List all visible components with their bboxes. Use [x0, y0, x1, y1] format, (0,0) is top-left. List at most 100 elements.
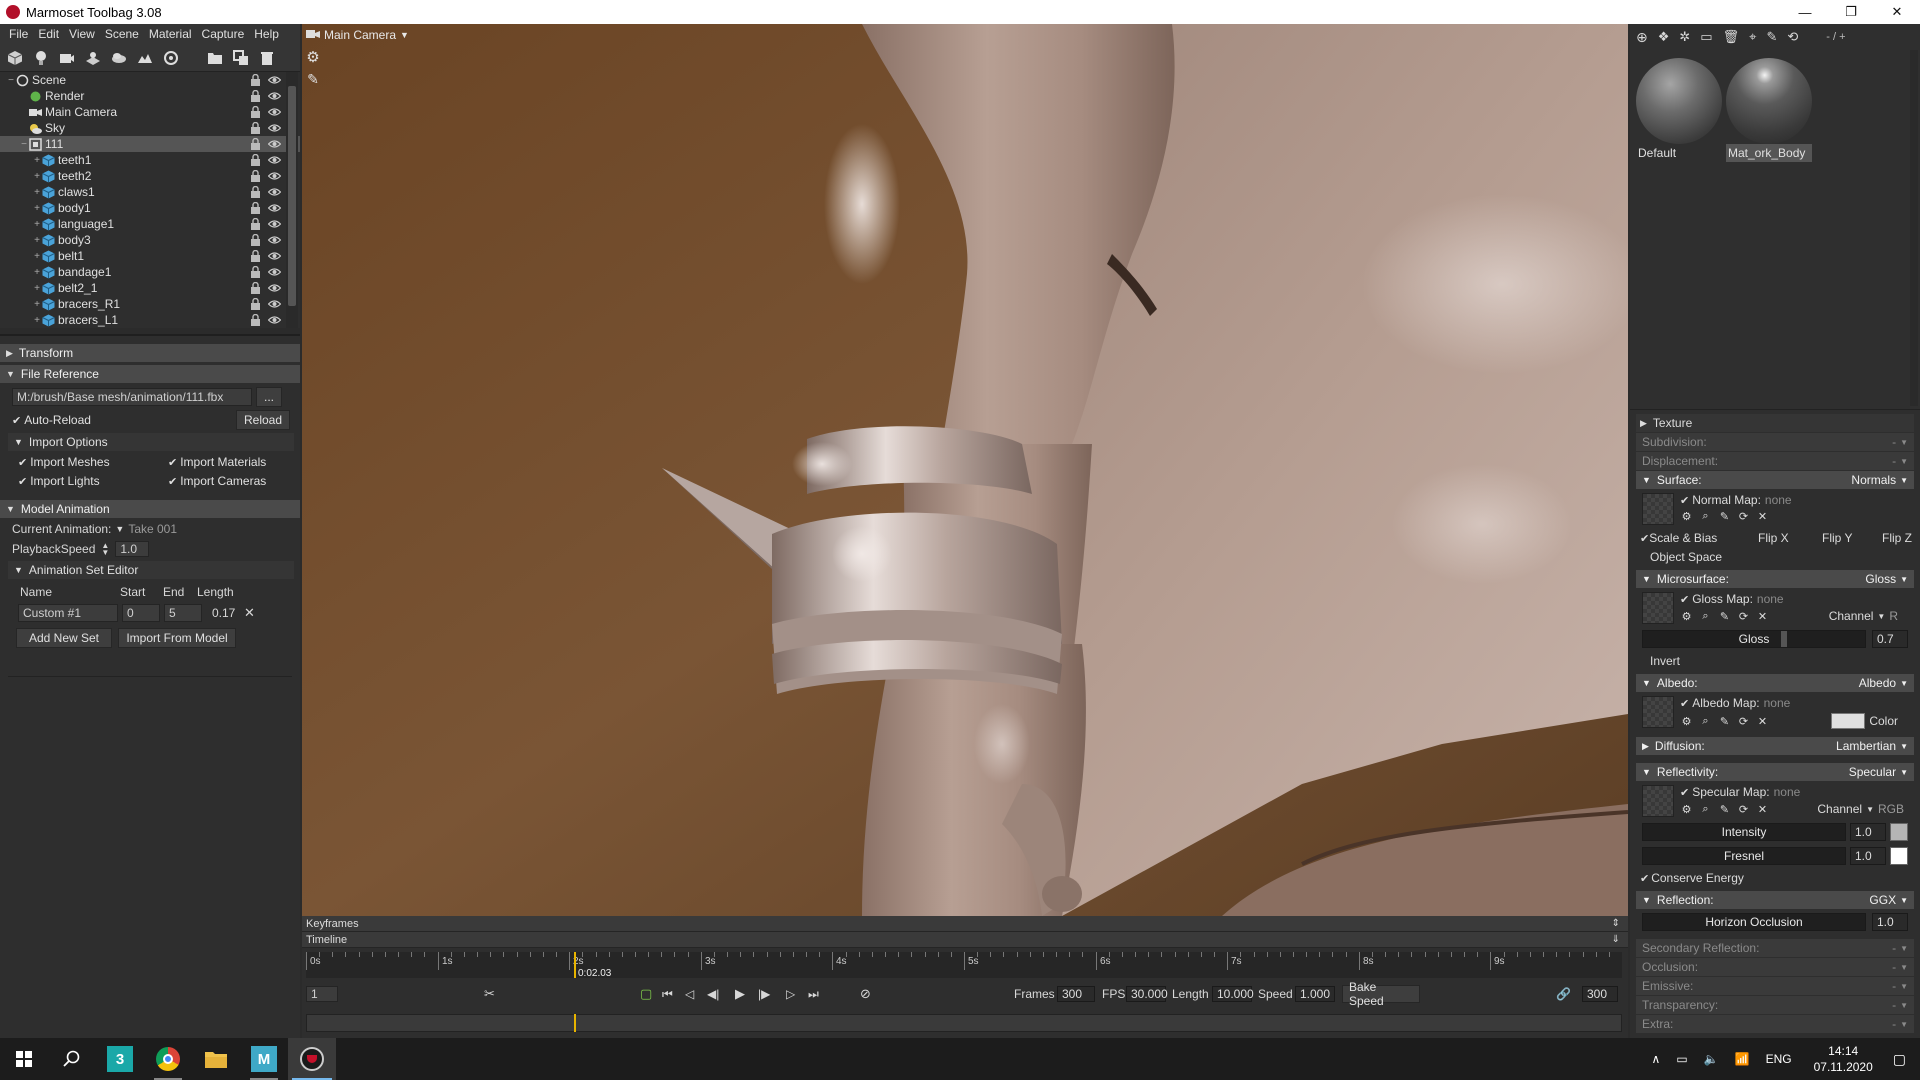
refresh-icon[interactable]: ⟳	[1737, 715, 1750, 728]
scene-tree-item-scene[interactable]: − Scene	[0, 72, 300, 88]
albedo-map-slot[interactable]	[1642, 696, 1674, 728]
refresh-icon[interactable]: ⟳	[1737, 610, 1750, 623]
subdivision-section-header[interactable]: Subdivision: - ▼	[1636, 433, 1914, 451]
material-grid-scrollbar[interactable]	[1910, 50, 1918, 406]
mesh-icon[interactable]	[6, 49, 24, 67]
visibility-eye-icon[interactable]	[267, 138, 282, 150]
import-options-header[interactable]: ▼ Import Options	[8, 433, 294, 451]
visibility-eye-icon[interactable]	[267, 218, 282, 230]
folder-icon[interactable]	[206, 49, 224, 67]
lock-icon[interactable]	[250, 281, 262, 294]
lock-icon[interactable]	[250, 89, 262, 102]
lock-icon[interactable]	[250, 121, 262, 134]
scene-tree-scrollbar[interactable]	[286, 72, 298, 328]
file-explorer-icon[interactable]	[192, 1038, 240, 1080]
lock-icon[interactable]	[250, 313, 262, 326]
gear-icon[interactable]: ⚙	[1680, 803, 1693, 816]
import-from-model-button[interactable]: Import From Model	[118, 628, 236, 648]
visibility-eye-icon[interactable]	[267, 74, 282, 86]
animation-set-editor-header[interactable]: ▼ Animation Set Editor	[8, 561, 294, 579]
notifications-icon[interactable]: ▢	[1893, 1051, 1906, 1068]
visibility-eye-icon[interactable]	[267, 90, 282, 102]
refresh-icon[interactable]: ⟳	[1737, 510, 1750, 523]
fog-icon[interactable]	[110, 49, 128, 67]
collapse-icon[interactable]: −	[6, 75, 16, 86]
search-icon[interactable]: ⌕	[1699, 510, 1712, 523]
lock-icon[interactable]	[250, 169, 262, 182]
material-mat-ork-body[interactable]: Mat_ork_Body	[1726, 58, 1812, 168]
playhead[interactable]	[574, 952, 576, 978]
expand-icon[interactable]: +	[32, 187, 42, 198]
clear-icon[interactable]: ✕	[1756, 510, 1769, 523]
length-field[interactable]: 10.000	[1212, 986, 1254, 1002]
scene-tree-item-main-camera[interactable]: Main Camera	[0, 104, 300, 120]
expand-icon[interactable]: +	[32, 251, 42, 262]
specular-map-slot[interactable]	[1642, 785, 1674, 817]
visibility-eye-icon[interactable]	[267, 314, 282, 326]
scene-tree-item-111[interactable]: − 111	[0, 136, 300, 152]
current-frame-field[interactable]: 1	[306, 986, 338, 1002]
gloss-slider-handle[interactable]	[1781, 631, 1787, 647]
lock-icon[interactable]	[250, 105, 262, 118]
set-end-field[interactable]: 5	[164, 604, 202, 622]
step-forward-icon[interactable]: |▶	[758, 987, 770, 1001]
scene-tree-item-bracers-r1[interactable]: + bracers_R1	[0, 296, 300, 312]
visibility-eye-icon[interactable]	[267, 266, 282, 278]
loop-icon[interactable]: ▢	[640, 986, 652, 1002]
model-animation-section-header[interactable]: ▼ Model Animation	[0, 500, 300, 518]
set-name-field[interactable]: Custom #1	[18, 604, 118, 622]
scene-tree-item-belt1[interactable]: + belt1	[0, 248, 300, 264]
search-icon[interactable]	[48, 1038, 96, 1080]
reset-icon[interactable]: ⟲	[1787, 29, 1798, 45]
menu-help[interactable]: Help	[249, 27, 284, 41]
playback-speed-spinner-icon[interactable]: ▲ ▼	[101, 542, 109, 557]
menu-edit[interactable]: Edit	[33, 27, 64, 41]
clear-icon[interactable]: ✕	[1756, 803, 1769, 816]
extra-section-header[interactable]: Extra: - ▼	[1636, 1015, 1914, 1033]
scene-tree-item-belt2-1[interactable]: + belt2_1	[0, 280, 300, 296]
close-button[interactable]: ✕	[1874, 0, 1920, 24]
file-reference-section-header[interactable]: ▼ File Reference	[0, 365, 300, 383]
scene-tree-item-bracers-l1[interactable]: + bracers_L1	[0, 312, 300, 328]
refresh-icon[interactable]: ⟳	[1737, 803, 1750, 816]
normal-map-slot[interactable]	[1642, 493, 1674, 525]
chrome-icon[interactable]	[144, 1038, 192, 1080]
menu-capture[interactable]: Capture	[197, 27, 250, 41]
gloss-value[interactable]: 0.7	[1872, 630, 1908, 648]
light-icon[interactable]	[32, 49, 50, 67]
current-animation-dropdown[interactable]: ▼ Take 001	[115, 522, 177, 536]
scene-tree-item-body3[interactable]: + body3	[0, 232, 300, 248]
import-lights-checkbox[interactable]: ✔ Import Lights	[18, 474, 168, 488]
search-icon[interactable]: ⌕	[1699, 715, 1712, 728]
delete-icon[interactable]	[258, 49, 276, 67]
terrain-icon[interactable]	[136, 49, 154, 67]
scene-tree-item-render[interactable]: Render	[0, 88, 300, 104]
scene-tree-item-language1[interactable]: + language1	[0, 216, 300, 232]
scene-tree-item-body1[interactable]: + body1	[0, 200, 300, 216]
3dsmax-icon[interactable]: 3	[96, 1038, 144, 1080]
albedo-color-swatch[interactable]	[1831, 713, 1866, 729]
add-new-set-button[interactable]: Add New Set	[16, 628, 112, 648]
bake-speed-button[interactable]: Bake Speed	[1342, 980, 1420, 1008]
secondary-reflection-section-header[interactable]: Secondary Reflection: - ▼	[1636, 939, 1914, 957]
menu-scene[interactable]: Scene	[100, 27, 144, 41]
set-start-field[interactable]: 0	[122, 604, 160, 622]
search-icon[interactable]: ⌕	[1699, 803, 1712, 816]
fps-field[interactable]: 30.000	[1126, 986, 1168, 1002]
pick-icon[interactable]: ⌖	[1749, 29, 1756, 45]
reflection-section-header[interactable]: ▼ Reflection: GGX ▼	[1636, 891, 1914, 909]
import-cameras-checkbox[interactable]: ✔ Import Cameras	[168, 474, 266, 488]
import-materials-checkbox[interactable]: ✔ Import Materials	[168, 455, 266, 469]
keyframes-bar[interactable]: Keyframes ⇕	[302, 916, 1628, 932]
marvelous-icon[interactable]: M	[240, 1038, 288, 1080]
visibility-eye-icon[interactable]	[267, 250, 282, 262]
lock-icon[interactable]	[250, 297, 262, 310]
microsurface-section-header[interactable]: ▼ Microsurface: Gloss ▼	[1636, 570, 1914, 588]
speed-field[interactable]: 1.000	[1295, 986, 1335, 1002]
timeline-bar[interactable]: Timeline ⇓	[302, 932, 1628, 948]
network-icon[interactable]: 📶	[1735, 1052, 1750, 1066]
visibility-eye-icon[interactable]	[267, 154, 282, 166]
visibility-eye-icon[interactable]	[267, 106, 282, 118]
expand-icon[interactable]: +	[32, 219, 42, 230]
lock-icon[interactable]	[250, 233, 262, 246]
